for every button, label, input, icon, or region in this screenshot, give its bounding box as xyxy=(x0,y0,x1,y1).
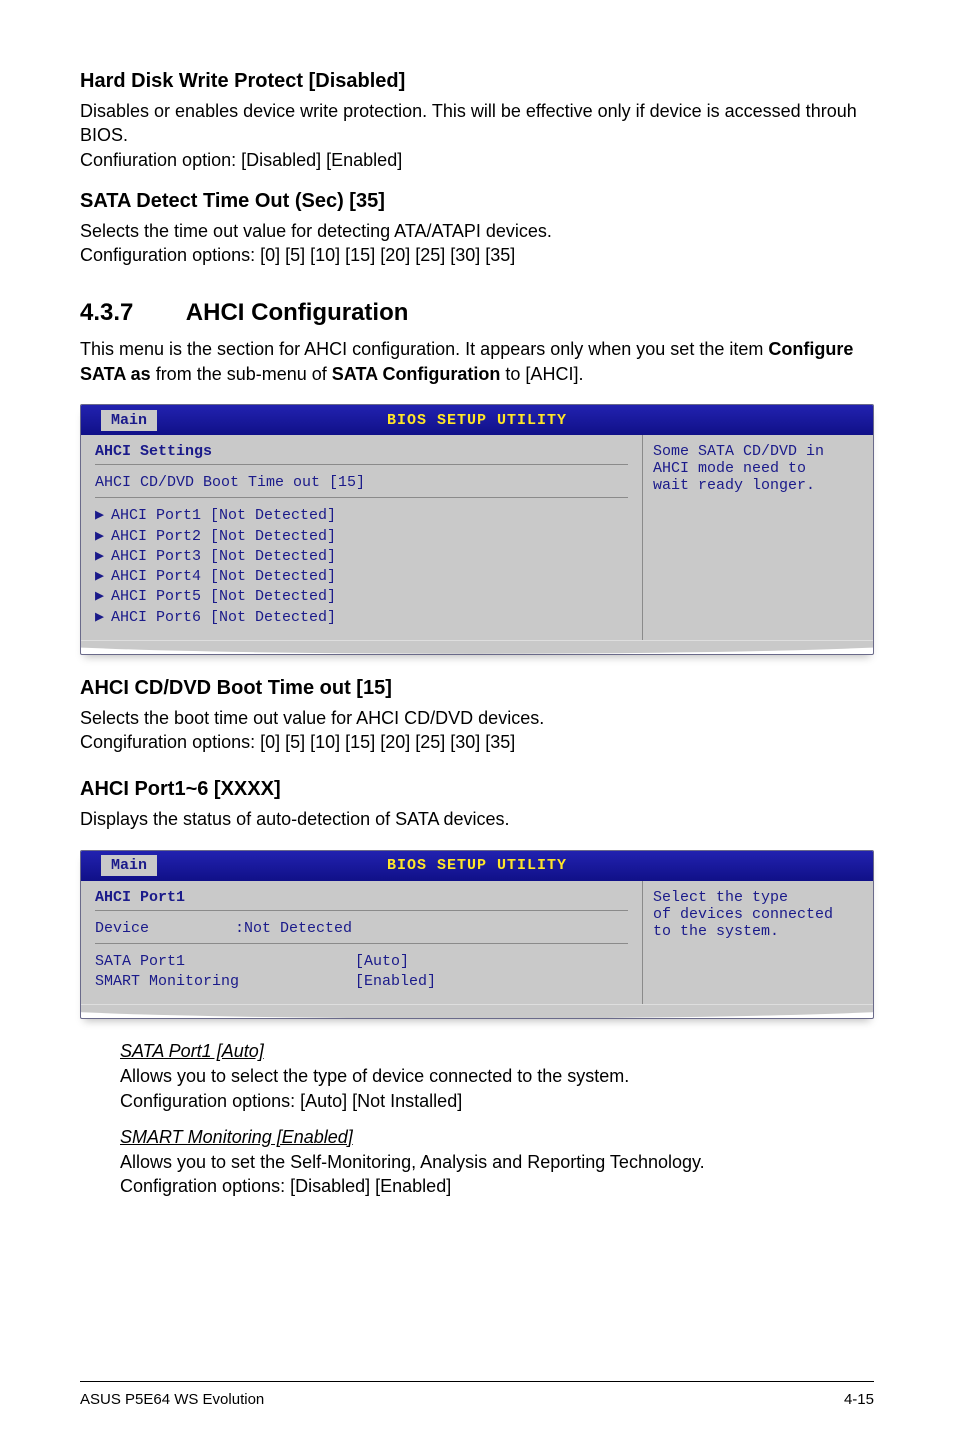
bios-body: AHCI Settings AHCI CD/DVD Boot Time out … xyxy=(81,435,873,640)
bios-port-row[interactable]: ▶AHCI Port2 [Not Detected] xyxy=(95,527,628,547)
text: Confiuration option: [Disabled] [Enabled… xyxy=(80,150,402,170)
bios-info-label: Device xyxy=(95,919,235,939)
heading-ahci-boot-time-out: AHCI CD/DVD Boot Time out [15] xyxy=(80,677,874,700)
chevron-right-icon: ▶ xyxy=(95,567,111,587)
bios-info-row: Device :Not Detected xyxy=(95,919,628,939)
footer-page-number: 4-15 xyxy=(844,1391,874,1408)
text: Configuration options: [Auto] [Not Insta… xyxy=(120,1089,874,1113)
text: Allows you to set the Self-Monitoring, A… xyxy=(120,1150,874,1174)
chevron-right-icon: ▶ xyxy=(95,527,111,547)
divider xyxy=(95,910,628,911)
bios-setting-value: [Auto] xyxy=(355,952,409,972)
bios-setting-row[interactable]: SMART Monitoring [Enabled] xyxy=(95,972,628,992)
bios-body: AHCI Port1 Device :Not Detected SATA Por… xyxy=(81,881,873,1005)
section-number: 4.3.7 xyxy=(80,299,180,327)
bios-help-pane: Select the type of devices connected to … xyxy=(643,881,873,1005)
bios-port-row[interactable]: ▶AHCI Port5 [Not Detected] xyxy=(95,587,628,607)
bios-setting-row[interactable]: AHCI CD/DVD Boot Time out [15] xyxy=(95,473,628,493)
paragraph: Displays the status of auto-detection of… xyxy=(80,807,874,831)
text: to [AHCI]. xyxy=(500,364,583,384)
bios-port-label: AHCI Port3 [Not Detected] xyxy=(111,547,336,567)
bios-port-label: AHCI Port6 [Not Detected] xyxy=(111,608,336,628)
sub-item-sata-port1: SATA Port1 [Auto] Allows you to select t… xyxy=(120,1041,874,1113)
bios-tab-main[interactable]: Main xyxy=(101,855,157,876)
text-bold: SATA Configuration xyxy=(332,364,501,384)
chevron-right-icon: ▶ xyxy=(95,608,111,628)
bios-port-label: AHCI Port4 [Not Detected] xyxy=(111,567,336,587)
bios-setting-row[interactable]: SATA Port1 [Auto] xyxy=(95,952,628,972)
bios-title: BIOS SETUP UTILITY xyxy=(387,857,567,874)
paragraph: Selects the time out value for detecting… xyxy=(80,219,874,268)
bios-help-text: AHCI mode need to xyxy=(653,460,863,477)
bios-setting-value: [Enabled] xyxy=(355,972,436,992)
text: Configuration options: [0] [5] [10] [15]… xyxy=(80,245,515,265)
bios-setting-label: SMART Monitoring xyxy=(95,972,355,992)
text: from the sub-menu of xyxy=(151,364,332,384)
bios-footer-curve xyxy=(81,1004,873,1018)
heading-sata-detect-time-out: SATA Detect Time Out (Sec) [35] xyxy=(80,190,874,213)
footer-product: ASUS P5E64 WS Evolution xyxy=(80,1391,264,1408)
paragraph: This menu is the section for AHCI config… xyxy=(80,337,874,386)
sub-item-title: SATA Port1 [Auto] xyxy=(120,1041,874,1062)
footer-divider xyxy=(80,1381,874,1382)
bios-info-value: :Not Detected xyxy=(235,919,352,939)
bios-header: Main BIOS SETUP UTILITY xyxy=(81,405,873,435)
bios-left-pane: AHCI Port1 Device :Not Detected SATA Por… xyxy=(81,881,643,1005)
divider xyxy=(95,943,628,944)
page-footer: ASUS P5E64 WS Evolution 4-15 xyxy=(80,1391,874,1408)
bios-port-label: AHCI Port2 [Not Detected] xyxy=(111,527,336,547)
bios-help-text: Select the type xyxy=(653,889,863,906)
bios-port-row[interactable]: ▶AHCI Port1 [Not Detected] xyxy=(95,506,628,526)
text: Configration options: [Disabled] [Enable… xyxy=(120,1174,874,1198)
bios-port-row[interactable]: ▶AHCI Port3 [Not Detected] xyxy=(95,547,628,567)
text: Selects the boot time out value for AHCI… xyxy=(80,708,544,728)
bios-port-row[interactable]: ▶AHCI Port4 [Not Detected] xyxy=(95,567,628,587)
bios-port-row[interactable]: ▶AHCI Port6 [Not Detected] xyxy=(95,608,628,628)
section-title: AHCI Configuration xyxy=(186,299,409,326)
bios-help-text: of devices connected xyxy=(653,906,863,923)
chevron-right-icon: ▶ xyxy=(95,547,111,567)
bios-help-text: wait ready longer. xyxy=(653,477,863,494)
text: Allows you to select the type of device … xyxy=(120,1064,874,1088)
bios-help-text: Some SATA CD/DVD in xyxy=(653,443,863,460)
paragraph: Selects the boot time out value for AHCI… xyxy=(80,706,874,755)
bios-panel-ahci-port1: Main BIOS SETUP UTILITY AHCI Port1 Devic… xyxy=(80,850,874,1020)
divider xyxy=(95,464,628,465)
divider xyxy=(95,497,628,498)
bios-header: Main BIOS SETUP UTILITY xyxy=(81,851,873,881)
heading-ahci-configuration: 4.3.7 AHCI Configuration xyxy=(80,299,874,327)
text: Selects the time out value for detecting… xyxy=(80,221,552,241)
bios-section-title: AHCI Port1 xyxy=(95,889,628,906)
bios-tab-main[interactable]: Main xyxy=(101,410,157,431)
bios-left-pane: AHCI Settings AHCI CD/DVD Boot Time out … xyxy=(81,435,643,640)
bios-port-label: AHCI Port5 [Not Detected] xyxy=(111,587,336,607)
heading-ahci-port-range: AHCI Port1~6 [XXXX] xyxy=(80,778,874,801)
paragraph: Disables or enables device write protect… xyxy=(80,99,874,172)
bios-help-text: to the system. xyxy=(653,923,863,940)
sub-item-smart-monitoring: SMART Monitoring [Enabled] Allows you to… xyxy=(120,1127,874,1199)
sub-item-title: SMART Monitoring [Enabled] xyxy=(120,1127,874,1148)
bios-panel-ahci-settings: Main BIOS SETUP UTILITY AHCI Settings AH… xyxy=(80,404,874,655)
heading-hard-disk-write-protect: Hard Disk Write Protect [Disabled] xyxy=(80,70,874,93)
chevron-right-icon: ▶ xyxy=(95,506,111,526)
bios-help-pane: Some SATA CD/DVD in AHCI mode need to wa… xyxy=(643,435,873,640)
chevron-right-icon: ▶ xyxy=(95,587,111,607)
text: Disables or enables device write protect… xyxy=(80,101,857,145)
bios-setting-label: AHCI CD/DVD Boot Time out [15] xyxy=(95,473,365,493)
bios-section-title: AHCI Settings xyxy=(95,443,628,460)
text: Congifuration options: [0] [5] [10] [15]… xyxy=(80,732,515,752)
bios-title: BIOS SETUP UTILITY xyxy=(387,412,567,429)
bios-port-label: AHCI Port1 [Not Detected] xyxy=(111,506,336,526)
bios-footer-curve xyxy=(81,640,873,654)
text: Displays the status of auto-detection of… xyxy=(80,809,510,829)
bios-setting-label: SATA Port1 xyxy=(95,952,355,972)
text: This menu is the section for AHCI config… xyxy=(80,339,768,359)
